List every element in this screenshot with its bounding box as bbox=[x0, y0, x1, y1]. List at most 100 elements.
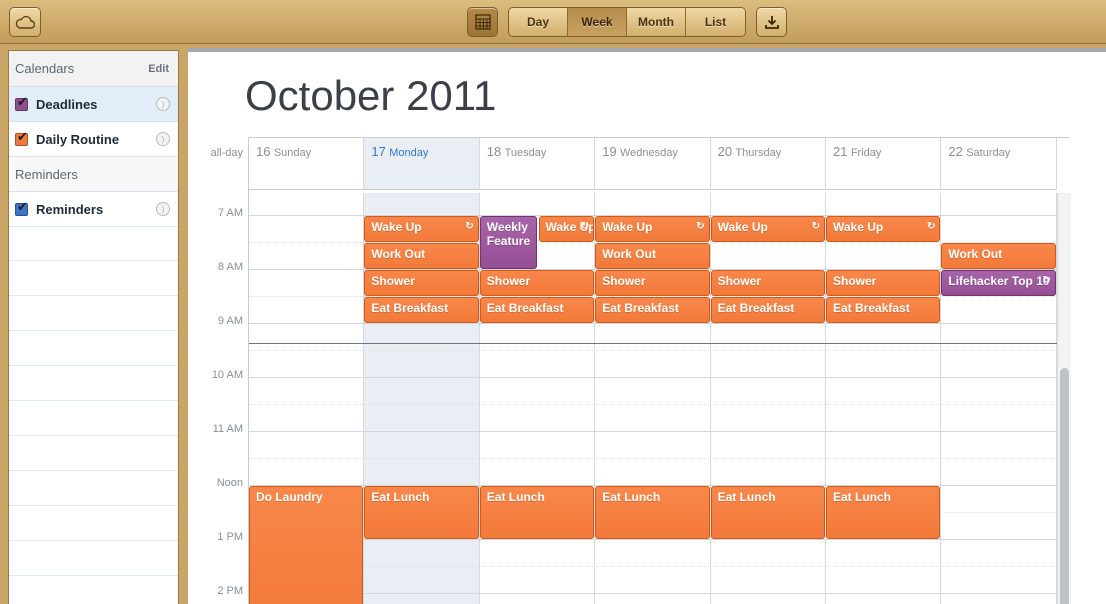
current-time-line bbox=[249, 343, 1057, 344]
view-list-button[interactable]: List bbox=[686, 8, 745, 36]
day-header-sunday[interactable]: 16 Sunday bbox=[249, 138, 365, 190]
repeat-icon: ↻ bbox=[696, 220, 705, 232]
calendar-sidebar: Calendars Edit Deadlines ) Daily Routine… bbox=[8, 50, 179, 604]
sidebar-item-deadlines[interactable]: Deadlines ) bbox=[9, 87, 178, 122]
event-shower[interactable]: Shower bbox=[479, 269, 595, 296]
day-header-friday[interactable]: 21 Friday bbox=[826, 138, 942, 190]
event-title: Shower bbox=[371, 273, 415, 288]
hour-label: 10 AM bbox=[211, 368, 243, 381]
day-header-wednesday[interactable]: 19 Wednesday bbox=[595, 138, 711, 190]
daily-routine-checkbox[interactable] bbox=[15, 129, 28, 146]
hour-label: 1 PM bbox=[217, 530, 243, 543]
event-title: Work Out bbox=[948, 246, 1003, 261]
view-month-button[interactable]: Month bbox=[627, 8, 686, 36]
sidebar-item-daily-routine[interactable]: Daily Routine ) bbox=[9, 122, 178, 157]
deadlines-checkbox[interactable] bbox=[15, 94, 28, 111]
day-name: Sunday bbox=[273, 147, 312, 159]
event-eat-lunch[interactable]: Eat Lunch bbox=[595, 485, 710, 539]
event-title: Weekly Feature bbox=[486, 219, 531, 248]
event-lifehacker-top-10[interactable]: Lifehacker Top 10 ↻ bbox=[941, 269, 1056, 296]
time-grid[interactable]: Wake Up ↻ Work Out Shower Eat Breakfast Weekl… bbox=[249, 193, 1057, 604]
sidebar-item-reminders[interactable]: Reminders ) bbox=[9, 192, 178, 227]
event-wake-up[interactable]: Wake Up ↻ bbox=[364, 215, 479, 242]
day-name: Tuesday bbox=[504, 147, 547, 159]
event-wake-up[interactable]: Wake Up ↻ bbox=[826, 215, 941, 242]
hour-label: 2 PM bbox=[217, 584, 243, 597]
event-eat-lunch[interactable]: Eat Lunch bbox=[710, 485, 825, 539]
event-eat-breakfast[interactable]: Eat Breakfast bbox=[826, 296, 941, 323]
event-title: Eat Breakfast bbox=[833, 300, 910, 315]
repeat-icon: ↻ bbox=[465, 220, 474, 232]
page-title: October 2011 bbox=[245, 72, 497, 119]
day-number: 16 bbox=[256, 144, 271, 159]
icloud-button[interactable] bbox=[9, 7, 41, 37]
hour-line bbox=[249, 376, 1057, 378]
mini-calendar-button[interactable] bbox=[467, 7, 498, 37]
hour-line bbox=[249, 430, 1057, 432]
reminders-checkbox[interactable] bbox=[15, 199, 28, 216]
share-icon[interactable]: ) bbox=[156, 202, 170, 216]
event-shower[interactable]: Shower bbox=[595, 269, 710, 296]
view-switcher: Day Week Month List bbox=[508, 7, 746, 37]
event-title: Wake Up bbox=[371, 219, 422, 234]
view-week-button[interactable]: Week bbox=[568, 8, 627, 36]
repeat-icon: ↻ bbox=[1042, 274, 1051, 286]
sidebar-item-label: Deadlines bbox=[36, 96, 98, 112]
event-work-out[interactable]: Work Out bbox=[595, 242, 710, 269]
event-weekly-feature[interactable]: Weekly Feature bbox=[479, 215, 538, 269]
event-shower[interactable]: Shower bbox=[826, 269, 941, 296]
day-number: 21 bbox=[833, 144, 848, 159]
download-icon bbox=[764, 16, 779, 29]
event-eat-breakfast[interactable]: Eat Breakfast bbox=[479, 296, 595, 323]
share-icon[interactable]: ) bbox=[156, 97, 170, 111]
event-title: Work Out bbox=[371, 246, 426, 261]
event-eat-breakfast[interactable]: Eat Breakfast bbox=[595, 296, 710, 323]
event-title: Do Laundry bbox=[256, 489, 323, 504]
day-header-tuesday[interactable]: 18 Tuesday bbox=[479, 138, 596, 190]
event-work-out[interactable]: Work Out bbox=[941, 242, 1056, 269]
event-wake-up[interactable]: Wake Up ↻ bbox=[538, 215, 595, 242]
event-do-laundry[interactable]: Do Laundry bbox=[249, 485, 364, 604]
reminders-header: Reminders bbox=[9, 157, 178, 192]
share-icon[interactable]: ) bbox=[156, 132, 170, 146]
event-eat-lunch[interactable]: Eat Lunch bbox=[364, 485, 479, 539]
hour-label: 9 AM bbox=[217, 314, 243, 327]
event-shower[interactable]: Shower bbox=[710, 269, 825, 296]
day-header-monday[interactable]: 17 Monday bbox=[364, 138, 480, 190]
calendars-header: Calendars Edit bbox=[9, 51, 178, 87]
edit-button[interactable]: Edit bbox=[148, 63, 169, 75]
day-name: Monday bbox=[389, 147, 429, 159]
hour-line bbox=[249, 538, 1057, 540]
day-header-saturday[interactable]: 22 Saturday bbox=[941, 138, 1057, 190]
day-column[interactable] bbox=[826, 193, 942, 604]
event-wake-up[interactable]: Wake Up ↻ bbox=[710, 215, 825, 242]
view-day-button[interactable]: Day bbox=[509, 8, 568, 36]
week-grid: 16 Sunday 17 Monday 18 Tuesday 19 Wednesday… bbox=[248, 137, 1071, 604]
event-wake-up[interactable]: Wake Up ↻ bbox=[595, 215, 710, 242]
day-name: Thursday bbox=[735, 147, 782, 159]
sidebar-item-label: Reminders bbox=[36, 201, 104, 217]
day-number: 20 bbox=[717, 144, 733, 159]
calendar-main: October 2011 all-day 7 AM 8 AM 9 AM 10 AM 11… bbox=[188, 48, 1106, 604]
event-title: Shower bbox=[833, 273, 877, 288]
scrollbar[interactable] bbox=[1057, 193, 1071, 604]
day-column[interactable] bbox=[711, 193, 826, 604]
calendars-header-label: Calendars bbox=[15, 61, 75, 76]
event-shower[interactable]: Shower bbox=[364, 269, 479, 296]
hour-line bbox=[249, 322, 1057, 324]
event-title: Eat Lunch bbox=[602, 489, 661, 504]
hour-label: 7 AM bbox=[217, 206, 243, 219]
day-name: Saturday bbox=[966, 147, 1011, 159]
event-eat-lunch[interactable]: Eat Lunch bbox=[479, 485, 595, 539]
event-title: Shower bbox=[486, 273, 531, 288]
repeat-icon: ↻ bbox=[927, 220, 936, 232]
event-eat-breakfast[interactable]: Eat Breakfast bbox=[364, 296, 479, 323]
event-eat-breakfast[interactable]: Eat Breakfast bbox=[710, 296, 825, 323]
day-header-thursday[interactable]: 20 Thursday bbox=[710, 138, 826, 190]
scrollbar-thumb[interactable] bbox=[1060, 368, 1069, 604]
event-work-out[interactable]: Work Out bbox=[364, 242, 479, 269]
repeat-icon: ↻ bbox=[811, 220, 820, 232]
download-button[interactable] bbox=[756, 7, 787, 37]
hour-line bbox=[249, 592, 1057, 594]
event-eat-lunch[interactable]: Eat Lunch bbox=[826, 485, 941, 539]
